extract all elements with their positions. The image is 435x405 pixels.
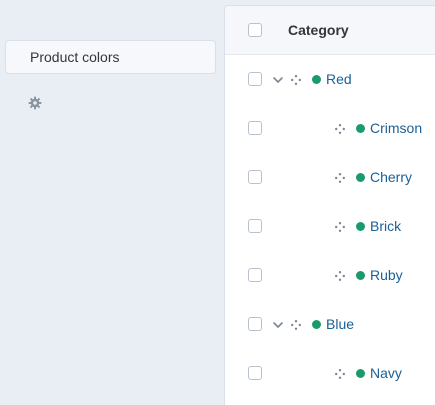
sidebar-item-label: Product colors: [30, 49, 120, 65]
status-dot: [312, 320, 321, 329]
drag-handle-icon[interactable]: [334, 122, 346, 134]
category-name[interactable]: Crimson: [370, 120, 422, 136]
column-header-category: Category: [288, 22, 349, 38]
chevron-down-icon[interactable]: [272, 73, 284, 85]
category-table: Category Red Crimson Cherry Brick Ruby B…: [224, 5, 435, 405]
category-name[interactable]: Ruby: [370, 267, 403, 283]
sidebar-item-product-colors[interactable]: Product colors: [5, 40, 216, 74]
row-checkbox[interactable]: [248, 170, 262, 184]
row-checkbox[interactable]: [248, 121, 262, 135]
table-row[interactable]: Blue: [225, 300, 435, 349]
table-row[interactable]: Brick: [225, 202, 435, 251]
drag-handle-icon[interactable]: [290, 318, 302, 330]
select-all-checkbox[interactable]: [248, 23, 262, 37]
row-checkbox[interactable]: [248, 219, 262, 233]
status-dot: [356, 124, 365, 133]
status-dot: [356, 173, 365, 182]
category-name[interactable]: Red: [326, 71, 352, 87]
gear-icon[interactable]: [28, 96, 42, 110]
sidebar: Product colors: [0, 0, 224, 405]
category-name[interactable]: Brick: [370, 218, 401, 234]
table-row[interactable]: Ruby: [225, 251, 435, 300]
chevron-down-icon[interactable]: [272, 318, 284, 330]
table-row[interactable]: Crimson: [225, 104, 435, 153]
table-row[interactable]: Navy: [225, 349, 435, 398]
row-checkbox[interactable]: [248, 268, 262, 282]
status-dot: [356, 369, 365, 378]
category-name[interactable]: Navy: [370, 365, 402, 381]
category-name[interactable]: Blue: [326, 316, 354, 332]
status-dot: [312, 75, 321, 84]
drag-handle-icon[interactable]: [334, 367, 346, 379]
row-checkbox[interactable]: [248, 72, 262, 86]
drag-handle-icon[interactable]: [290, 73, 302, 85]
drag-handle-icon[interactable]: [334, 269, 346, 281]
row-checkbox[interactable]: [248, 317, 262, 331]
table-row[interactable]: Red: [225, 55, 435, 104]
category-name[interactable]: Cherry: [370, 169, 412, 185]
table-header: Category: [225, 6, 435, 55]
status-dot: [356, 222, 365, 231]
drag-handle-icon[interactable]: [334, 171, 346, 183]
status-dot: [356, 271, 365, 280]
drag-handle-icon[interactable]: [334, 220, 346, 232]
table-row[interactable]: Cherry: [225, 153, 435, 202]
row-checkbox[interactable]: [248, 366, 262, 380]
